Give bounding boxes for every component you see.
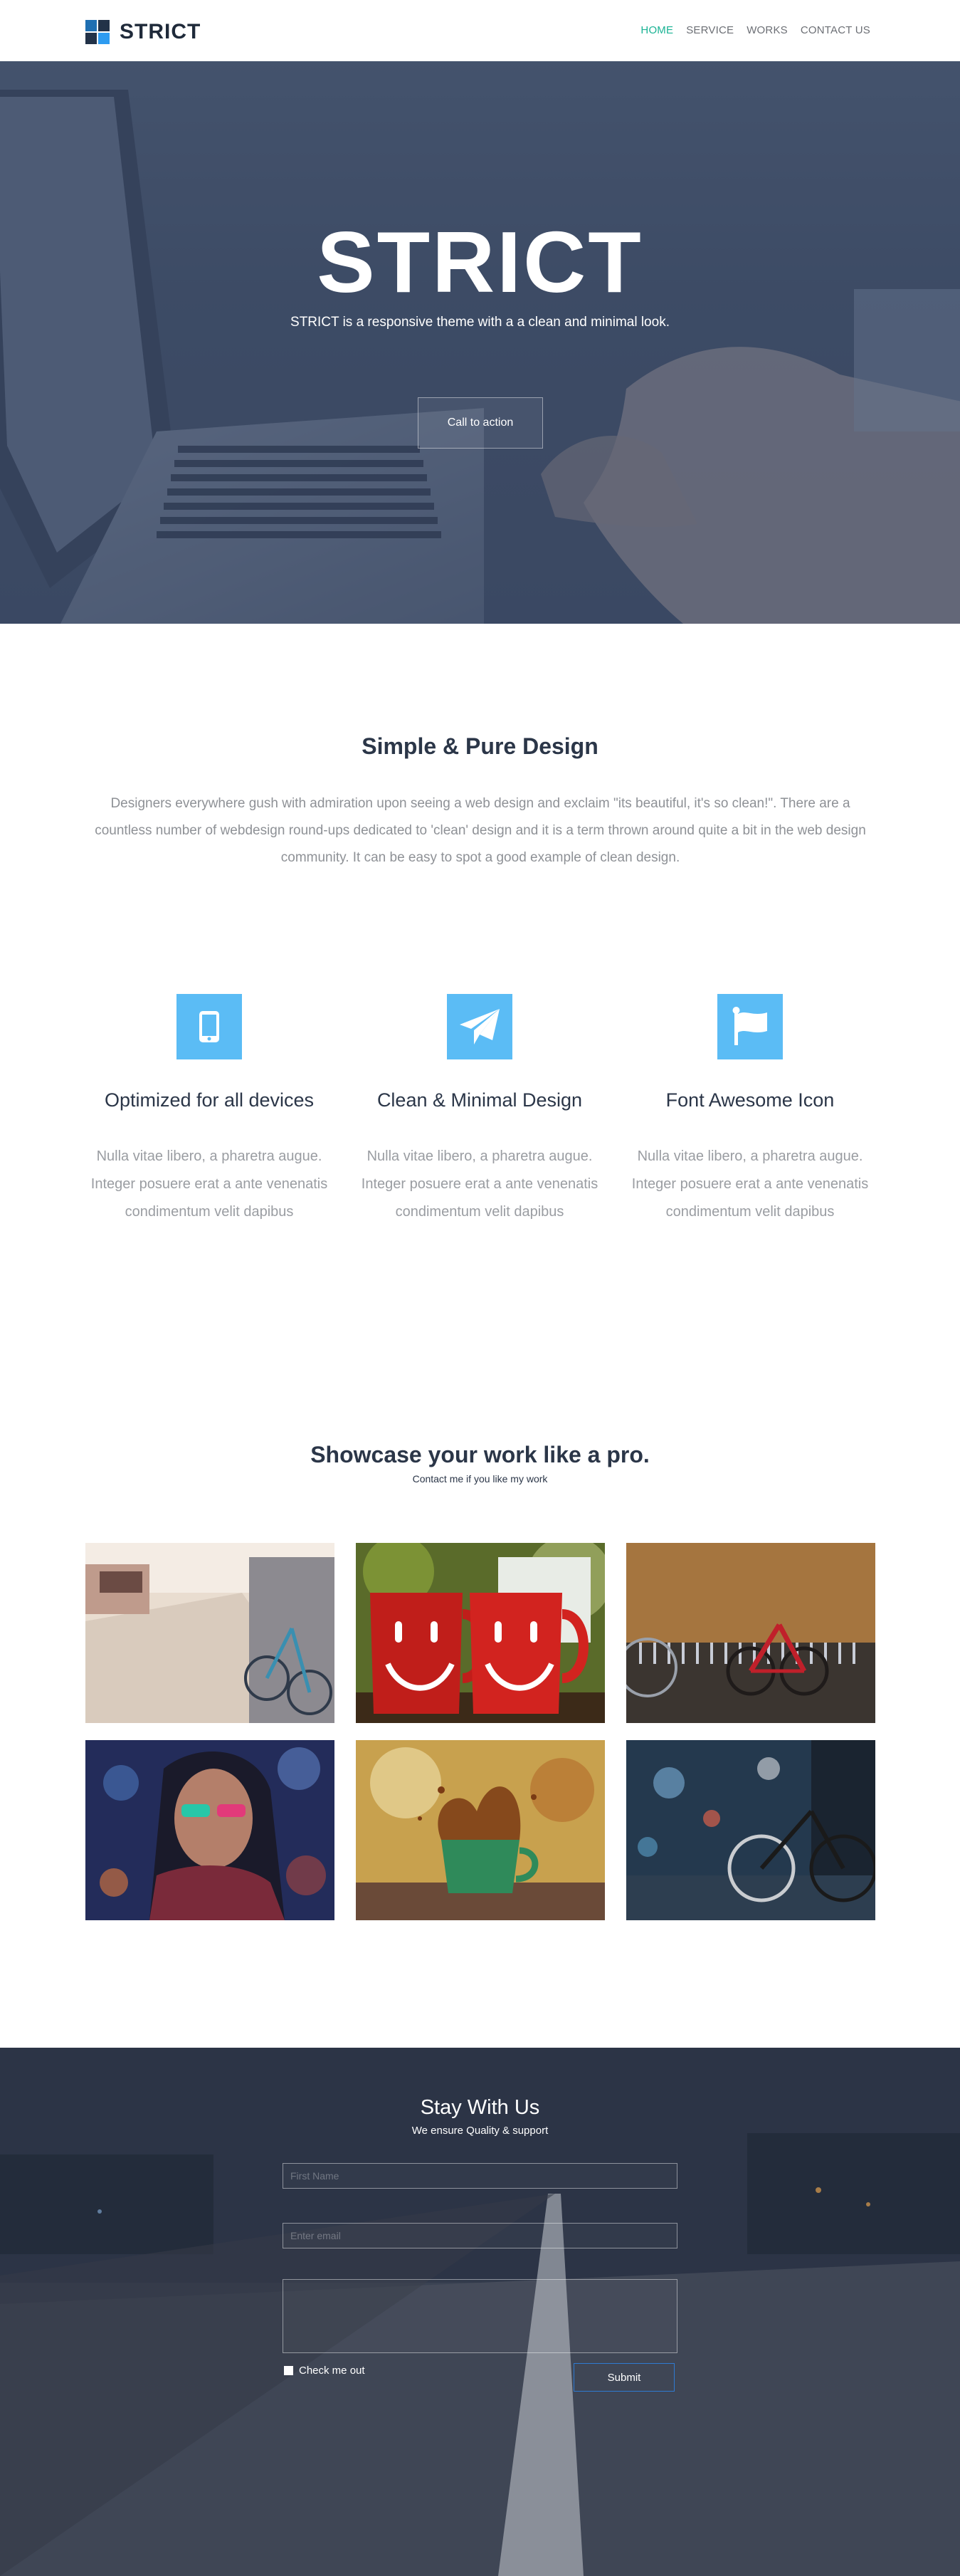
logo-icon	[85, 20, 110, 44]
feature-title: Clean & Minimal Design	[376, 1089, 583, 1111]
woman-sunglasses-photo[interactable]	[85, 1740, 334, 1920]
feature-card: Optimized for all devices Nulla vitae li…	[81, 994, 337, 1226]
contact-section: Stay With Us We ensure Quality & support…	[0, 2048, 960, 2576]
showcase-subtitle: Contact me if you like my work	[412, 1473, 548, 1485]
nav-item-works[interactable]: WORKS	[747, 24, 788, 36]
check-me-out-checkbox[interactable]: Check me out	[284, 2365, 365, 2377]
feature-title: Optimized for all devices	[104, 1089, 315, 1111]
call-to-action-button[interactable]: Call to action	[418, 397, 543, 449]
navbar: STRICT HOME SERVICE WORKS CONTACT US	[0, 0, 960, 61]
nav-item-home[interactable]: HOME	[640, 24, 673, 36]
hero-subtitle: STRICT is a responsive theme with a a cl…	[290, 315, 670, 330]
first-name-field[interactable]	[283, 2163, 677, 2189]
feature-text: Nulla vitae libero, a pharetra augue. In…	[631, 1148, 869, 1220]
feature-card: Clean & Minimal Design Nulla vitae liber…	[352, 994, 608, 1226]
hero-section: STRICT STRICT is a responsive theme with…	[0, 61, 960, 624]
checkbox-box[interactable]	[284, 2366, 293, 2375]
brand[interactable]: STRICT	[85, 20, 201, 44]
brand-name: STRICT	[120, 20, 201, 43]
nav-item-contact-us[interactable]: CONTACT US	[801, 24, 870, 36]
main-nav: HOME SERVICE WORKS CONTACT US	[640, 24, 870, 36]
flag-icon	[717, 994, 783, 1059]
feature-card: Font Awesome Icon Nulla vitae libero, a …	[622, 994, 878, 1226]
bicycle-bokeh-photo[interactable]	[626, 1740, 875, 1920]
coffee-splash-photo[interactable]	[356, 1740, 605, 1920]
contact-title: Stay With Us	[420, 2096, 540, 2119]
contact-subtitle: We ensure Quality & support	[411, 2125, 549, 2137]
smiley-mugs-photo[interactable]	[356, 1543, 605, 1723]
feature-text: Nulla vitae libero, a pharetra augue. In…	[361, 1148, 598, 1220]
paper-plane-icon	[447, 994, 512, 1059]
nav-item-service[interactable]: SERVICE	[686, 24, 734, 36]
submit-button[interactable]: Submit	[574, 2363, 675, 2392]
showcase-title: Showcase your work like a pro.	[310, 1442, 650, 1467]
intro-text: Designers everywhere gush with admiratio…	[95, 796, 866, 865]
intro-title: Simple & Pure Design	[362, 733, 598, 759]
red-bicycle-photo[interactable]	[626, 1543, 875, 1723]
checkbox-label: Check me out	[299, 2365, 365, 2377]
mobile-icon	[176, 994, 242, 1059]
message-field[interactable]	[283, 2279, 677, 2353]
feature-title: Font Awesome Icon	[665, 1089, 835, 1111]
street-bicycle-photo[interactable]	[85, 1543, 334, 1723]
email-field[interactable]	[283, 2223, 677, 2248]
hero-overlay	[0, 61, 960, 624]
hero-title: STRICT	[317, 214, 643, 310]
feature-text: Nulla vitae libero, a pharetra augue. In…	[90, 1148, 328, 1220]
